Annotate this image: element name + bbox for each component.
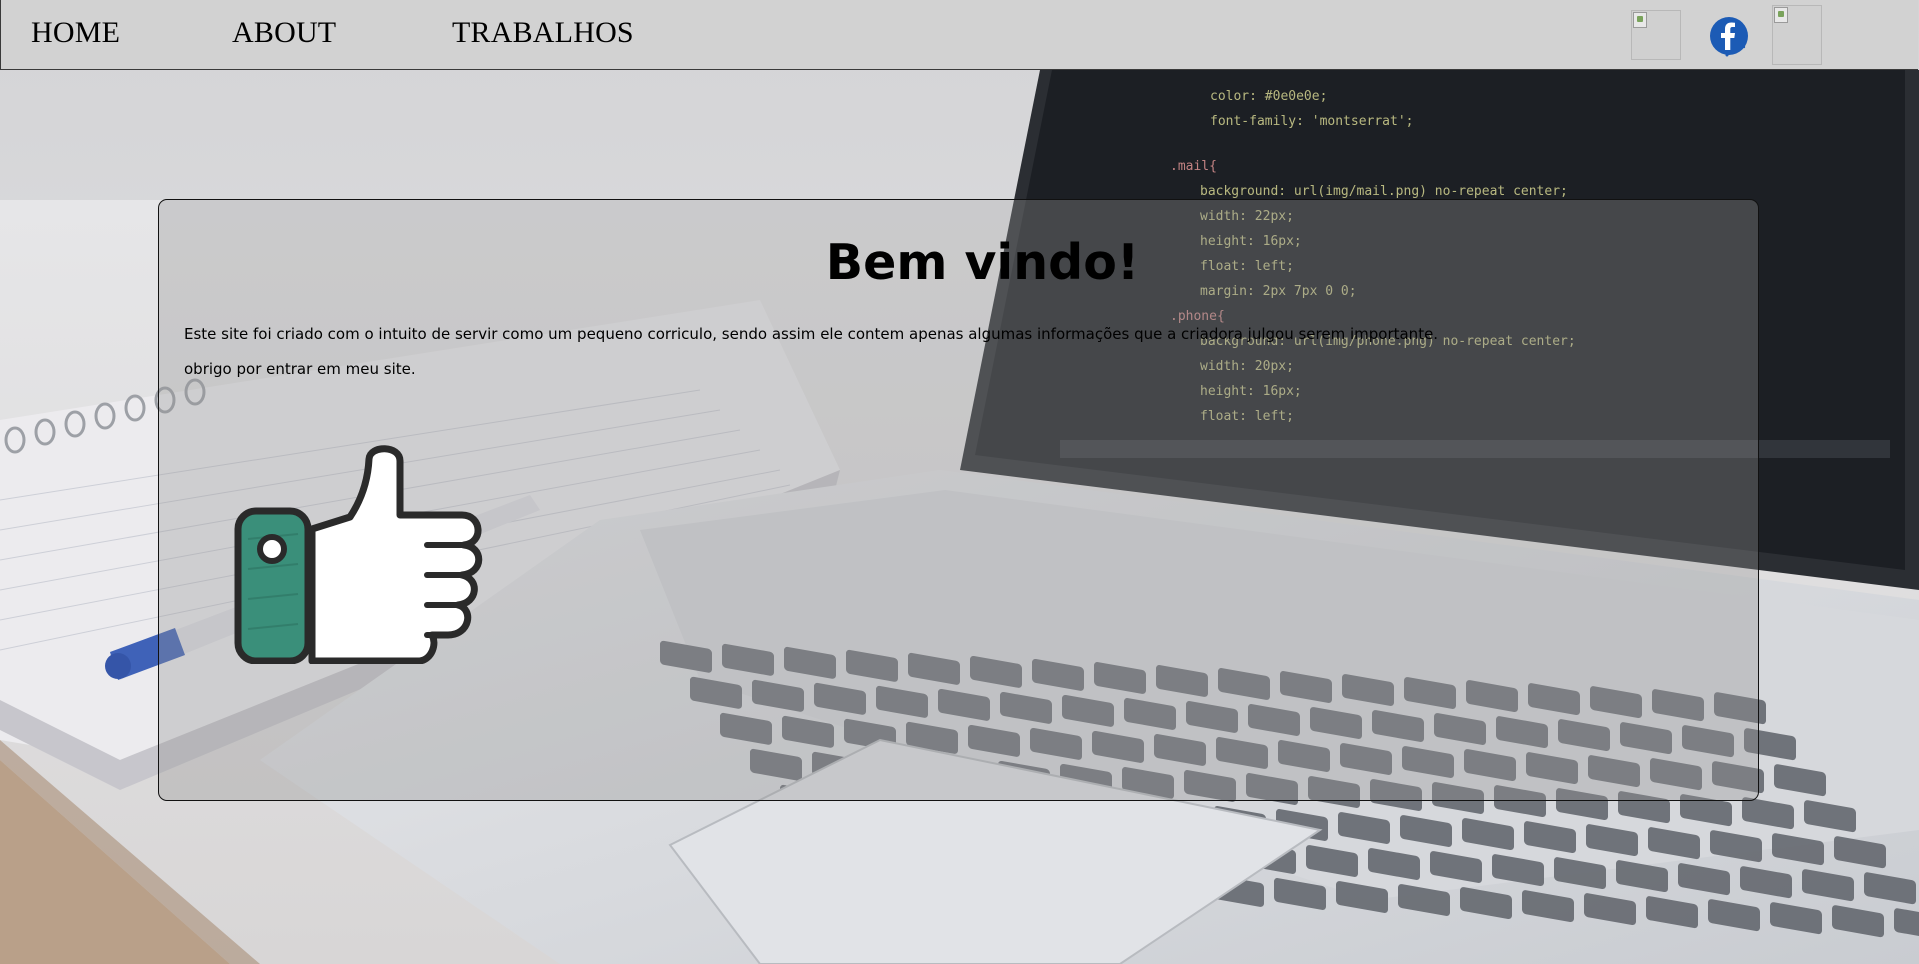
top-navbar: HOME ABOUT TRABALHOS [0,0,1918,70]
svg-text:background: url(img/mail.png): background: url(img/mail.png) no-repeat … [1200,184,1568,199]
facebook-icon [1710,17,1748,57]
thumbs-up-icon [234,445,483,664]
svg-text:color: #0e0e0e;: color: #0e0e0e; [1210,89,1327,104]
welcome-card: Bem vindo! Este site foi criado com o in… [158,199,1759,801]
social-link-3[interactable] [1772,5,1822,65]
svg-text:.mail{: .mail{ [1170,159,1217,174]
broken-image-icon [1633,12,1647,28]
thanks-paragraph: obrigo por entrar em meu site. [184,360,416,378]
intro-paragraph: Este site foi criado com o intuito de se… [184,325,1439,343]
page-title: Bem vindo! [825,234,1140,291]
nav-link-about[interactable]: ABOUT [232,18,336,48]
nav-link-home[interactable]: HOME [31,18,120,48]
social-link-1[interactable] [1631,10,1681,60]
svg-text:font-family: 'montserrat';: font-family: 'montserrat'; [1210,114,1414,129]
facebook-link[interactable] [1707,14,1751,58]
broken-image-icon [1774,7,1788,23]
nav-link-trabalhos[interactable]: TRABALHOS [452,18,634,48]
